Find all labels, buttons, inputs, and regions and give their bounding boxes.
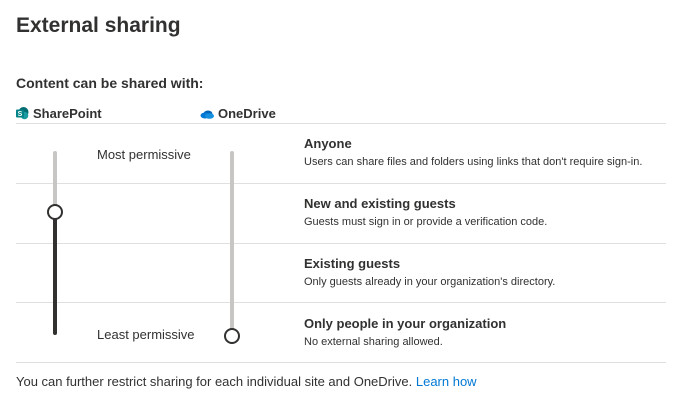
page-title: External sharing bbox=[16, 14, 181, 37]
option-new-and-existing-guests: New and existing guests Guests must sign… bbox=[304, 196, 684, 229]
sharepoint-sharing-slider[interactable] bbox=[47, 151, 63, 335]
option-description: No external sharing allowed. bbox=[304, 336, 443, 348]
slider-track-active bbox=[53, 211, 57, 335]
option-description: Guests must sign in or provide a verific… bbox=[304, 216, 548, 228]
option-description: Users can share files and folders using … bbox=[304, 156, 643, 168]
section-subtitle: Content can be shared with: bbox=[16, 75, 204, 91]
slider-track-inactive bbox=[230, 151, 234, 335]
onedrive-icon bbox=[200, 109, 214, 119]
sharepoint-label: SharePoint bbox=[33, 106, 102, 121]
option-title: New and existing guests bbox=[304, 196, 456, 211]
learn-how-link[interactable]: Learn how bbox=[416, 374, 477, 389]
divider bbox=[16, 362, 666, 363]
least-permissive-label: Least permissive bbox=[97, 327, 195, 342]
onedrive-column-header: OneDrive bbox=[200, 106, 276, 121]
option-title: Existing guests bbox=[304, 256, 401, 271]
sharepoint-icon: S bbox=[16, 107, 29, 120]
sharepoint-slider-thumb[interactable] bbox=[47, 204, 63, 220]
option-description: Only guests already in your organization… bbox=[304, 276, 556, 288]
footer-text: You can further restrict sharing for eac… bbox=[16, 374, 413, 389]
footer-note: You can further restrict sharing for eac… bbox=[16, 374, 477, 389]
sharepoint-column-header: S SharePoint bbox=[16, 106, 102, 121]
option-title: Only people in your organization bbox=[304, 316, 507, 331]
divider bbox=[16, 243, 666, 244]
onedrive-label: OneDrive bbox=[218, 106, 276, 121]
onedrive-slider-thumb[interactable] bbox=[224, 328, 240, 344]
most-permissive-label: Most permissive bbox=[97, 147, 191, 162]
svg-text:S: S bbox=[18, 111, 23, 118]
divider bbox=[16, 123, 666, 124]
onedrive-sharing-slider[interactable] bbox=[224, 151, 240, 344]
option-title: Anyone bbox=[304, 136, 352, 151]
option-only-organization: Only people in your organization No exte… bbox=[304, 316, 684, 349]
option-anyone: Anyone Users can share files and folders… bbox=[304, 136, 684, 169]
divider bbox=[16, 302, 666, 303]
slider-track-inactive bbox=[53, 151, 57, 211]
divider bbox=[16, 183, 666, 184]
option-existing-guests: Existing guests Only guests already in y… bbox=[304, 256, 684, 289]
